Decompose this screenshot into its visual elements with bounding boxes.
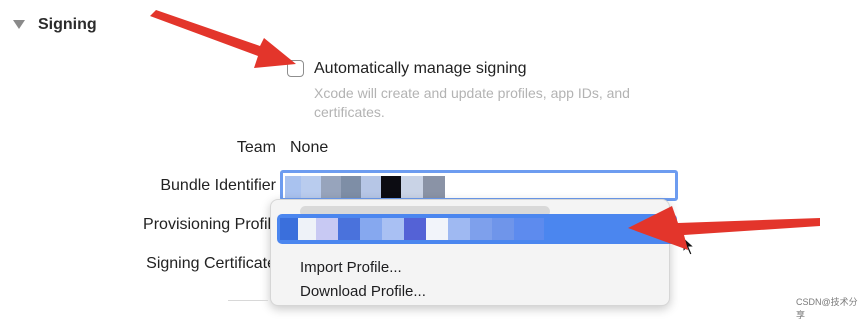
redacted-pixel xyxy=(448,218,470,240)
annotation-arrow-icon xyxy=(150,10,296,68)
annotation-arrow-icon xyxy=(628,206,820,250)
redacted-pixel xyxy=(316,218,338,240)
redacted-pixel xyxy=(492,218,514,240)
disclosure-triangle-icon[interactable] xyxy=(13,20,25,29)
redacted-pixel xyxy=(338,218,360,240)
divider xyxy=(228,300,268,301)
redacted-pixel xyxy=(404,218,426,240)
redacted-pixel xyxy=(382,218,404,240)
signing-certificate-label: Signing Certificate xyxy=(146,255,276,272)
redacted-pixel xyxy=(470,218,492,240)
redacted-pixel xyxy=(401,176,423,198)
redacted-pixel xyxy=(381,176,401,198)
team-value[interactable]: None xyxy=(290,139,328,157)
import-profile-menu-item[interactable]: Import Profile... xyxy=(300,259,402,276)
redacted-pixel xyxy=(361,176,381,198)
bundle-identifier-field[interactable] xyxy=(280,170,678,201)
auto-signing-help-text: Xcode will create and update profiles, a… xyxy=(314,85,630,120)
redacted-pixel xyxy=(301,176,321,198)
section-title: Signing xyxy=(38,16,97,33)
selected-profile-item[interactable] xyxy=(277,214,677,244)
redacted-pixel xyxy=(360,218,382,240)
redacted-pixel xyxy=(341,176,361,198)
download-profile-menu-item[interactable]: Download Profile... xyxy=(300,283,426,300)
redacted-pixel xyxy=(298,218,316,240)
redacted-pixel xyxy=(426,218,448,240)
redacted-pixel xyxy=(285,176,301,198)
redacted-pixel xyxy=(321,176,341,198)
redacted-pixel xyxy=(280,218,298,240)
watermark: CSDN@技术分享 xyxy=(796,297,858,320)
bundle-identifier-label: Bundle Identifier xyxy=(160,177,276,194)
auto-signing-label[interactable]: Automatically manage signing xyxy=(314,60,527,78)
team-label: Team xyxy=(236,139,276,156)
redacted-pixel xyxy=(514,218,544,240)
provisioning-profile-label: Provisioning Profile xyxy=(143,216,280,233)
redacted-pixel xyxy=(423,176,445,198)
